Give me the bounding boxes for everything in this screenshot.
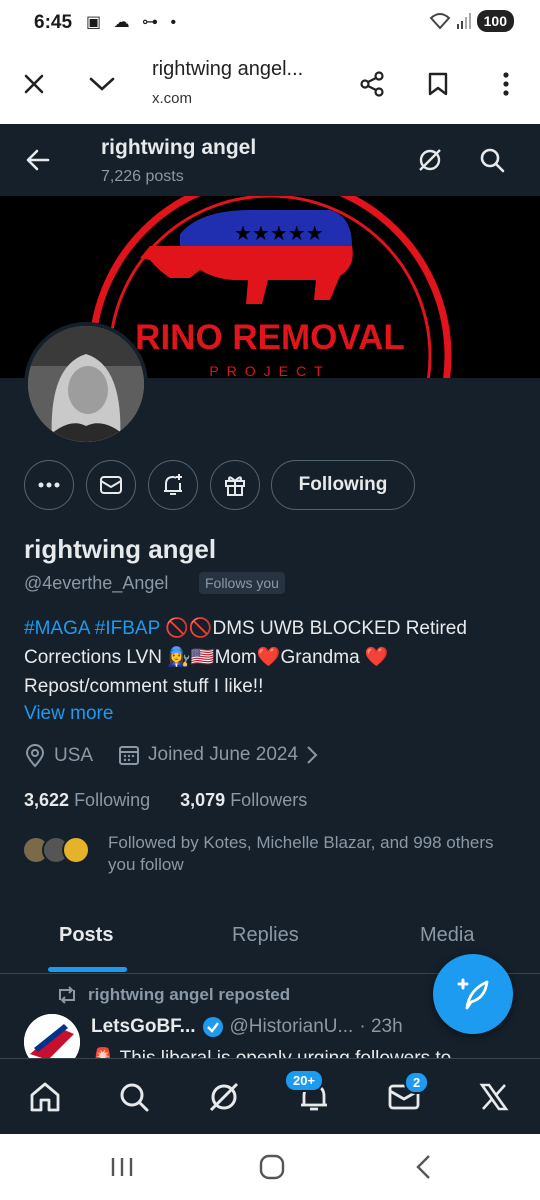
- followed-by-text[interactable]: Followed by Kotes, Michelle Blazar, and …: [108, 832, 508, 876]
- profile-location: USA: [24, 744, 93, 768]
- tab-media[interactable]: Media: [420, 924, 474, 947]
- followers-stat[interactable]: 3,079 Followers: [180, 790, 307, 810]
- notify-button[interactable]: [148, 460, 198, 510]
- messages-badge: 2: [404, 1071, 430, 1094]
- system-nav-bar: [0, 1134, 540, 1200]
- tab-indicator: [48, 967, 127, 972]
- x-logo-icon[interactable]: [474, 1077, 514, 1117]
- tweet-author-handle[interactable]: @HistorianU...: [230, 1016, 354, 1038]
- tab-posts[interactable]: Posts: [59, 924, 113, 947]
- hashtag-maga[interactable]: #MAGA: [24, 618, 89, 639]
- repost-text: rightwing angel reposted: [88, 985, 291, 1004]
- status-bar: 6:45 ▣ ☁ ⊶ • 100: [0, 0, 540, 46]
- following-button[interactable]: Following: [271, 460, 415, 510]
- message-button[interactable]: [86, 460, 136, 510]
- more-vertical-icon[interactable]: [488, 66, 524, 102]
- home-button-icon[interactable]: [259, 1154, 285, 1185]
- profile-bio: #MAGA #IFBAP 🚫🚫DMS UWB BLOCKED Retired C…: [24, 614, 524, 701]
- follow-stats: 3,622 Following 3,079 Followers: [24, 790, 307, 811]
- repost-icon: [59, 986, 75, 1004]
- home-icon[interactable]: [25, 1077, 65, 1117]
- svg-text:★★★★★: ★★★★★: [234, 221, 324, 245]
- svg-text:RINO REMOVAL: RINO REMOVAL: [135, 318, 405, 357]
- joined-text: Joined June 2024: [148, 744, 299, 765]
- browser-bar: rightwing angel... x.com: [0, 46, 540, 124]
- search-icon[interactable]: [476, 144, 508, 176]
- back-arrow-icon[interactable]: [22, 144, 54, 176]
- location-icon: [25, 744, 45, 768]
- profile-display-name: rightwing angel: [24, 534, 217, 564]
- status-icons: ▣ ☁ ⊶ •: [86, 14, 181, 31]
- profile-avatar[interactable]: [24, 322, 148, 446]
- status-time: 6:45: [34, 12, 73, 33]
- following-stat[interactable]: 3,622 Following: [24, 790, 150, 810]
- svg-text:PROJECT: PROJECT: [209, 363, 330, 378]
- repost-line: rightwing angel reposted: [56, 985, 290, 1005]
- more-options-button[interactable]: [24, 460, 74, 510]
- profile-joined[interactable]: Joined June 2024: [118, 744, 318, 766]
- tweet-header: LetsGoBF... @HistorianU... · 23h: [91, 1016, 403, 1038]
- mail-icon: [100, 476, 122, 494]
- view-more-link[interactable]: View more: [24, 703, 113, 725]
- tweet-time: · 23h: [359, 1016, 403, 1037]
- grok-icon[interactable]: [204, 1077, 244, 1117]
- chevron-right-icon: [307, 746, 318, 764]
- chevron-down-icon[interactable]: [84, 66, 120, 102]
- bio-text: 🚫🚫DMS UWB BLOCKED Retired Corrections LV…: [24, 618, 467, 697]
- profile-header: rightwing angel 7,226 posts: [0, 124, 540, 196]
- more-icon: [38, 482, 60, 488]
- gift-icon: [225, 476, 245, 496]
- profile-handle: @4everthe_Angel: [24, 573, 169, 593]
- signal-icon: [456, 13, 471, 29]
- recents-icon[interactable]: [110, 1156, 134, 1183]
- grok-icon[interactable]: [414, 144, 446, 176]
- battery-badge: 100: [476, 10, 514, 32]
- compose-icon: [457, 978, 489, 1010]
- bookmark-icon[interactable]: [420, 66, 456, 102]
- header-name: rightwing angel: [101, 136, 257, 159]
- status-right: 100: [429, 10, 514, 32]
- close-icon[interactable]: [16, 66, 52, 102]
- tweet-author-name[interactable]: LetsGoBF...: [91, 1016, 196, 1038]
- bottom-nav: 20+ 2: [0, 1058, 540, 1134]
- verified-icon: [202, 1017, 223, 1037]
- share-icon[interactable]: [354, 66, 390, 102]
- back-icon[interactable]: [414, 1154, 432, 1185]
- hashtag-ifbap[interactable]: #IFBAP: [95, 618, 160, 639]
- calendar-icon: [119, 746, 139, 765]
- header-post-count: 7,226 posts: [101, 168, 184, 185]
- browser-url: x.com: [152, 90, 193, 107]
- follower-avatar-3: [62, 836, 90, 864]
- bell-plus-icon: [164, 474, 182, 495]
- wifi-icon: [429, 13, 451, 30]
- search-icon[interactable]: [114, 1077, 154, 1117]
- compose-button[interactable]: [433, 954, 513, 1034]
- notifications-badge: 20+: [284, 1069, 325, 1092]
- location-text: USA: [54, 745, 94, 766]
- tab-replies[interactable]: Replies: [232, 924, 299, 947]
- gift-button[interactable]: [210, 460, 260, 510]
- browser-page-title: rightwing angel...: [152, 58, 304, 80]
- follows-you-badge: Follows you: [199, 572, 285, 594]
